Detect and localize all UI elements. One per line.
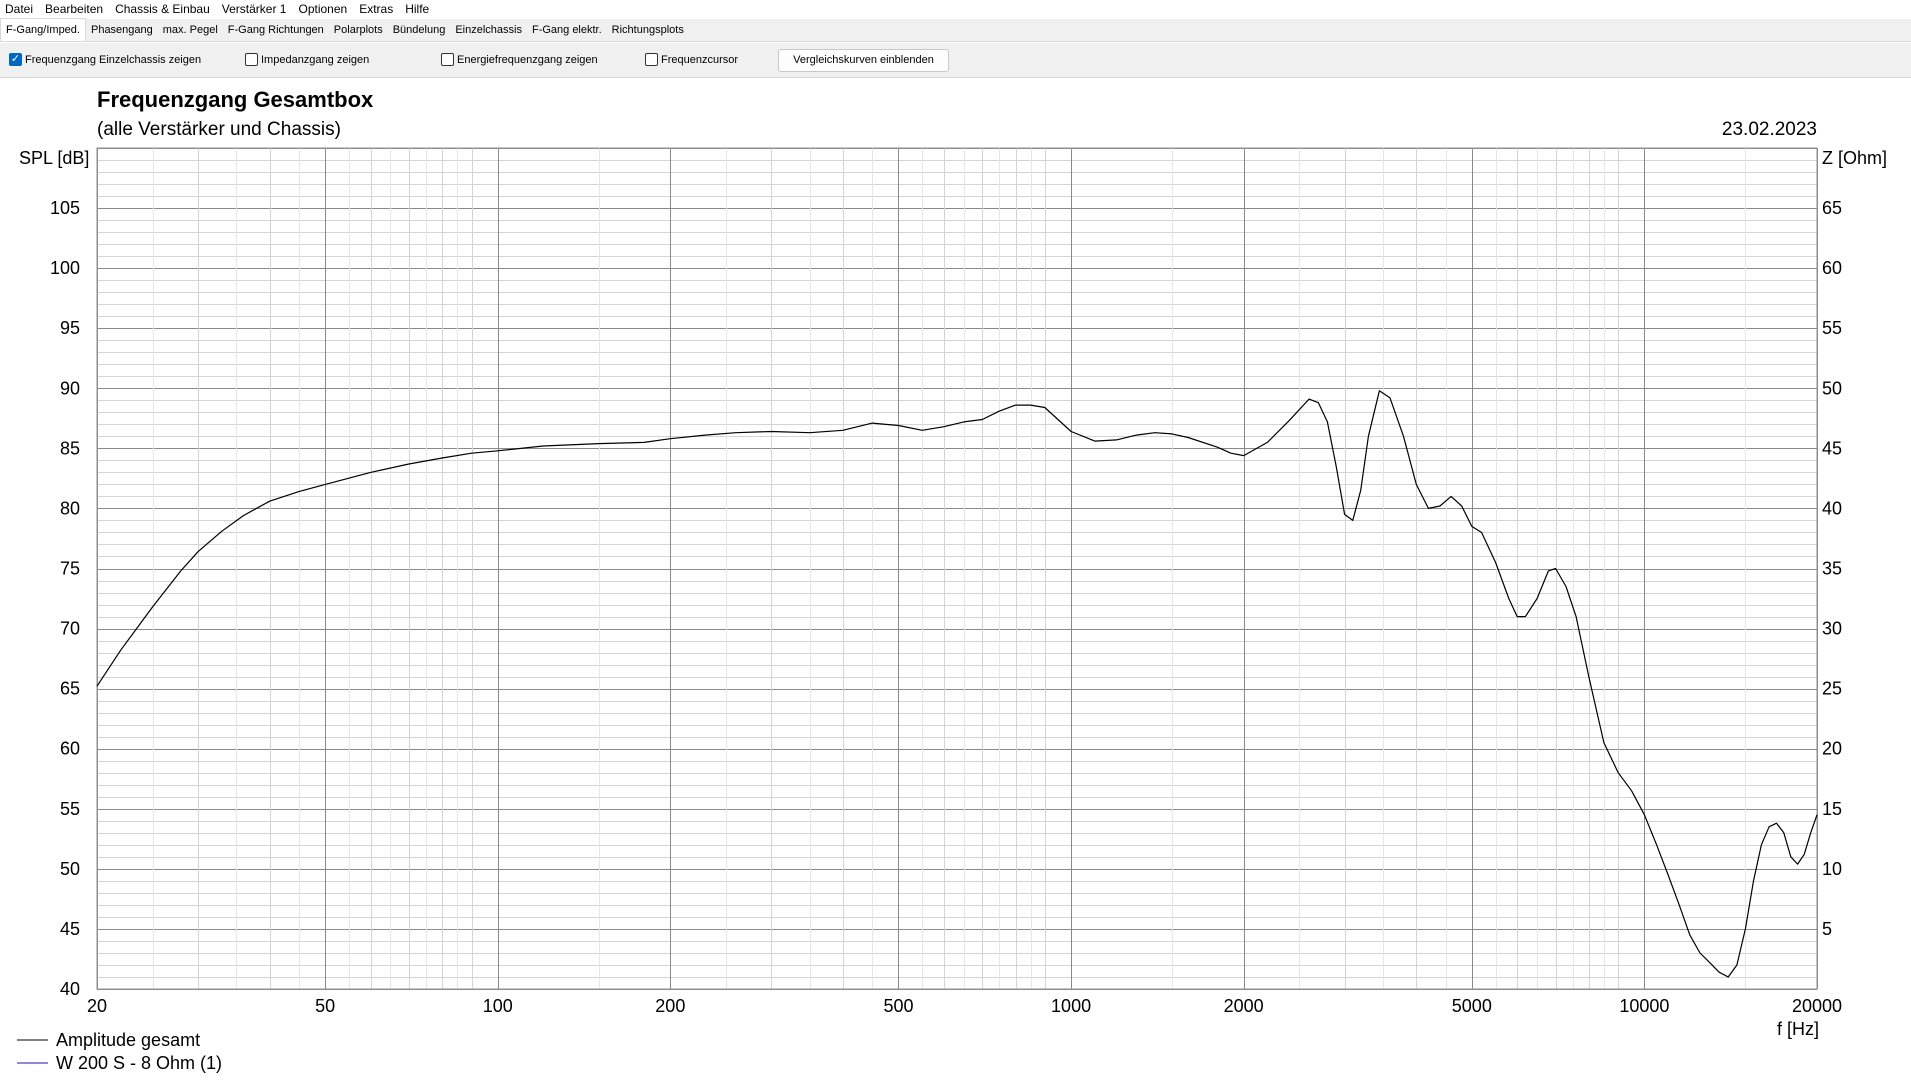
y2-tick-label: 50 — [1822, 378, 1842, 398]
chart-area: 40 45 50 55 60 65 70 75 80 85 90 95 100 105 5 10 15 20 25 3… — [0, 79, 1911, 1085]
y2-tick-label: 25 — [1822, 679, 1842, 699]
y-axis-label: SPL [dB] — [19, 148, 89, 168]
checkbox-icon[interactable] — [645, 53, 658, 66]
tab-fgang-elektr[interactable]: F-Gang elektr. — [527, 19, 607, 41]
menu-extras[interactable]: Extras — [354, 0, 400, 19]
y-tick-label: 45 — [60, 919, 80, 939]
y-tick-label: 60 — [60, 739, 80, 759]
compare-curves-button[interactable]: Vergleichskurven einblenden — [778, 49, 949, 72]
tab-fgang-imped[interactable]: F-Gang/Imped. — [0, 18, 86, 41]
tab-buendelung[interactable]: Bündelung — [388, 19, 451, 41]
option-frequenzgang-einzelchassis[interactable]: ✓ Frequenzgang Einzelchassis zeigen — [9, 53, 201, 66]
y-tick-label: 70 — [60, 619, 80, 639]
x-tick-label: 5000 — [1452, 996, 1492, 1016]
chart-title: Frequenzgang Gesamtbox — [97, 87, 374, 112]
grid — [97, 148, 1818, 990]
y-tick-label: 55 — [60, 799, 80, 819]
checkbox-icon-checked[interactable]: ✓ — [9, 53, 22, 66]
option-label: Energiefrequenzgang zeigen — [457, 53, 598, 66]
legend-entry-chassis: W 200 S - 8 Ohm (1) — [56, 1053, 222, 1073]
y2-tick-label: 40 — [1822, 498, 1842, 518]
y2-tick-label: 55 — [1822, 318, 1842, 338]
checkbox-icon[interactable] — [441, 53, 454, 66]
tab-fgang-richtungen[interactable]: F-Gang Richtungen — [223, 19, 329, 41]
y-tick-label: 65 — [60, 679, 80, 699]
menu-optionen[interactable]: Optionen — [293, 0, 354, 19]
series-line-amplitude — [96, 390, 1818, 978]
y-tick-label: 90 — [60, 378, 80, 398]
option-impedanzgang[interactable]: Impedanzgang zeigen — [245, 53, 369, 66]
chart-date: 23.02.2023 — [1722, 119, 1817, 140]
y-tick-label: 40 — [60, 979, 80, 999]
menu-verstaerker[interactable]: Verstärker 1 — [217, 0, 294, 19]
x-tick-label: 100 — [483, 996, 513, 1016]
tab-einzelchassis[interactable]: Einzelchassis — [450, 19, 527, 41]
x-tick-label: 500 — [883, 996, 913, 1016]
menu-bar: Datei Bearbeiten Chassis & Einbau Verstä… — [0, 0, 1911, 19]
y-tick-label: 80 — [60, 498, 80, 518]
x-tick-label: 50 — [315, 996, 335, 1016]
y2-tick-label: 65 — [1822, 198, 1842, 218]
y2-tick-label: 35 — [1822, 559, 1842, 579]
y2-tick-label: 5 — [1822, 919, 1832, 939]
y2-tick-label: 10 — [1822, 859, 1842, 879]
x-tick-label: 20 — [87, 996, 107, 1016]
y2-tick-label: 45 — [1822, 438, 1842, 458]
option-label: Frequenzgang Einzelchassis zeigen — [25, 53, 202, 66]
tab-polarplots[interactable]: Polarplots — [329, 19, 388, 41]
tab-bar: F-Gang/Imped. Phasengang max. Pegel F-Ga… — [0, 18, 1911, 42]
series — [96, 390, 1818, 978]
y-tick-label: 75 — [60, 559, 80, 579]
menu-chassis-einbau[interactable]: Chassis & Einbau — [110, 0, 217, 19]
option-label: Impedanzgang zeigen — [261, 53, 370, 66]
x-tick-label: 200 — [655, 996, 685, 1016]
x-tick-label: 20000 — [1792, 996, 1842, 1016]
y2-tick-label: 30 — [1822, 619, 1842, 639]
y2-tick-label: 15 — [1822, 799, 1842, 819]
tab-richtungsplots[interactable]: Richtungsplots — [607, 19, 689, 41]
y-tick-label: 105 — [50, 198, 80, 218]
menu-datei[interactable]: Datei — [0, 0, 40, 19]
y2-axis-label: Z [Ohm] — [1822, 148, 1887, 168]
tab-phasengang[interactable]: Phasengang — [86, 19, 158, 41]
y2-tick-label: 20 — [1822, 739, 1842, 759]
y-tick-label: 50 — [60, 859, 80, 879]
x-axis-label: f [Hz] — [1777, 1019, 1819, 1039]
tab-max-pegel[interactable]: max. Pegel — [158, 19, 223, 41]
y-tick-label: 85 — [60, 438, 80, 458]
chart-subtitle: (alle Verstärker und Chassis) — [97, 119, 341, 140]
y-tick-label: 100 — [50, 258, 80, 278]
legend-entry-amplitude: Amplitude gesamt — [56, 1030, 200, 1050]
option-frequenzcursor[interactable]: Frequenzcursor — [645, 53, 738, 66]
y-tick-label: 95 — [60, 318, 80, 338]
option-label: Frequenzcursor — [661, 53, 739, 66]
x-tick-label: 1000 — [1051, 996, 1091, 1016]
x-tick-label: 10000 — [1619, 996, 1669, 1016]
menu-hilfe[interactable]: Hilfe — [400, 0, 436, 19]
frequency-response-chart: 40 45 50 55 60 65 70 75 80 85 90 95 100 105 5 10 15 20 25 3… — [17, 87, 1887, 1073]
y2-tick-label: 60 — [1822, 258, 1842, 278]
option-energiefrequenzgang[interactable]: Energiefrequenzgang zeigen — [441, 53, 598, 66]
legend: Amplitude gesamt W 200 S - 8 Ohm (1) — [17, 1030, 222, 1073]
checkbox-icon[interactable] — [245, 53, 258, 66]
x-tick-label: 2000 — [1224, 996, 1264, 1016]
menu-bearbeiten[interactable]: Bearbeiten — [40, 0, 110, 19]
options-bar: ✓ Frequenzgang Einzelchassis zeigen Impe… — [0, 43, 1911, 78]
plot-frame — [96, 147, 1818, 990]
